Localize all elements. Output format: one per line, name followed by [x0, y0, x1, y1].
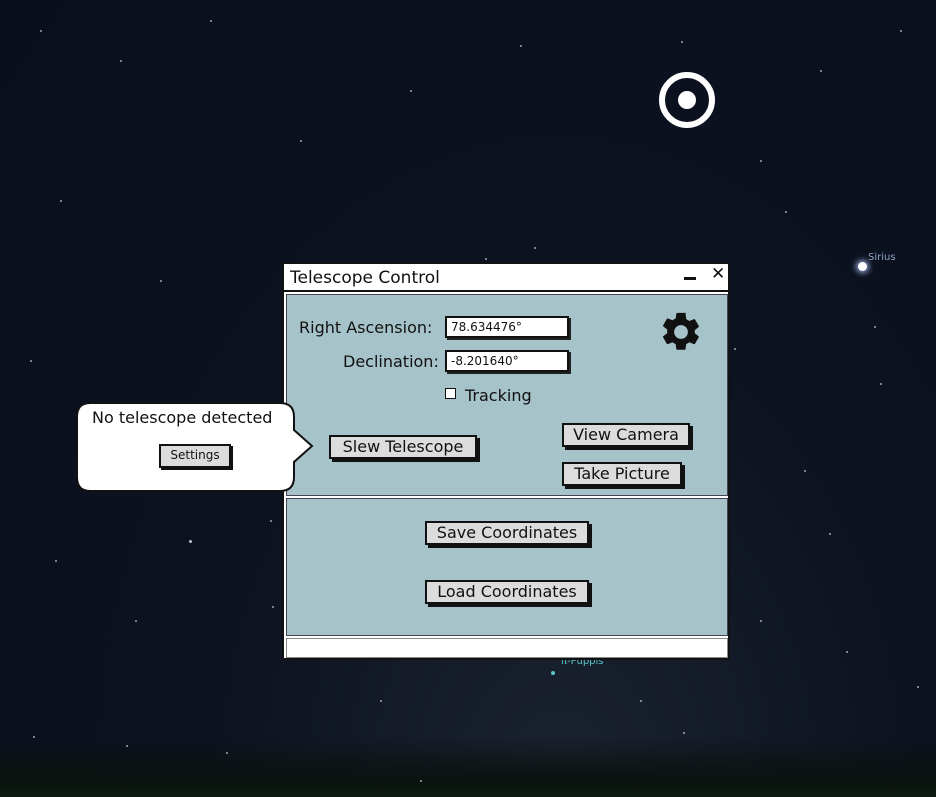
view-camera-button[interactable]: View Camera: [562, 423, 690, 447]
load-coordinates-button[interactable]: Load Coordinates: [425, 580, 589, 604]
window-title: Telescope Control: [290, 268, 440, 288]
take-picture-button[interactable]: Take Picture: [562, 462, 682, 486]
status-bar: [286, 638, 728, 658]
save-coordinates-button[interactable]: Save Coordinates: [425, 521, 589, 545]
dec-input[interactable]: [445, 350, 569, 372]
horizon-ground: [0, 737, 936, 797]
target-reticle-icon: [659, 72, 715, 128]
slew-telescope-button[interactable]: Slew Telescope: [329, 435, 477, 459]
ra-input[interactable]: [445, 316, 569, 338]
callout-message: No telescope detected: [92, 408, 273, 427]
telescope-control-window: Telescope Control ✕ Right Ascension: Dec…: [282, 262, 730, 660]
gear-icon[interactable]: [658, 309, 704, 355]
ra-label: Right Ascension:: [299, 318, 433, 337]
settings-button[interactable]: Settings: [159, 444, 231, 468]
no-telescope-callout: No telescope detected Settings: [76, 402, 314, 492]
sirius-label: Sirius: [868, 252, 896, 263]
dec-label: Declination:: [343, 352, 439, 371]
tracking-checkbox[interactable]: [445, 388, 456, 399]
puppis-star: [551, 671, 555, 675]
close-icon[interactable]: ✕: [711, 264, 725, 284]
coordinates-panel: Right Ascension: Declination: Tracking S…: [286, 294, 728, 496]
minimize-icon[interactable]: [684, 277, 696, 280]
window-titlebar[interactable]: Telescope Control ✕: [284, 264, 728, 292]
coordinates-file-panel: Save Coordinates Load Coordinates: [286, 498, 728, 636]
tracking-label: Tracking: [465, 386, 532, 405]
sirius-star: [858, 262, 867, 271]
